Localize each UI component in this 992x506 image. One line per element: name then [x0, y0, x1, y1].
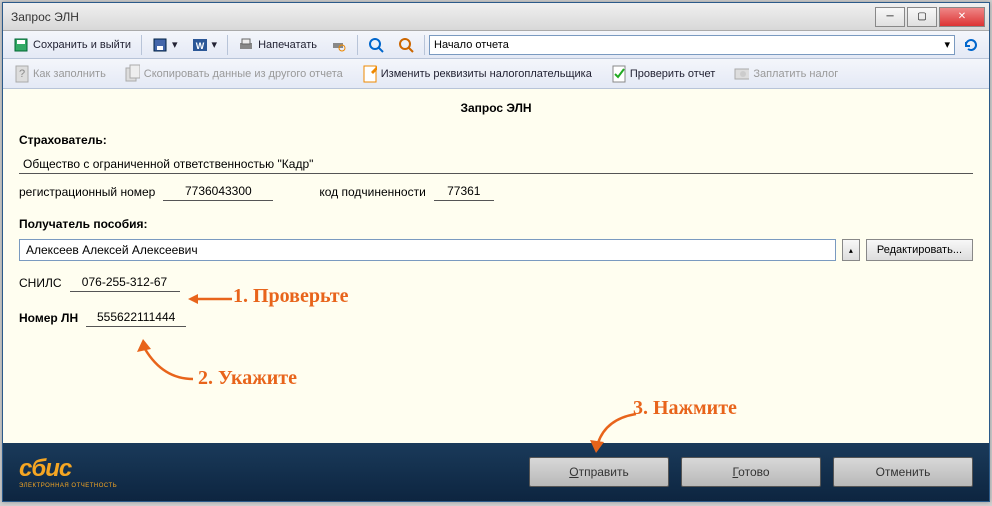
recipient-label: Получатель пособия: [19, 217, 973, 231]
save-exit-label: Сохранить и выйти [33, 39, 131, 51]
recipient-name-input[interactable]: Алексеев Алексей Алексеевич [19, 239, 836, 261]
report-section-label: Начало отчета [434, 39, 509, 51]
app-window: Запрос ЭЛН ─ ▢ ✕ Сохранить и выйти ▾ W▾ … [2, 2, 990, 502]
form-content: Запрос ЭЛН Страхователь: Общество с огра… [3, 89, 989, 443]
check-report-label: Проверить отчет [630, 68, 716, 80]
close-button[interactable]: ✕ [939, 7, 985, 27]
recipient-dropdown-button[interactable]: ▴ [842, 239, 860, 261]
edit-recipient-button[interactable]: Редактировать... [866, 239, 973, 261]
logo-subtitle: ЭЛЕКТРОННАЯ ОТЧЕТНОСТЬ [19, 483, 117, 489]
money-icon [733, 66, 749, 82]
pay-tax-button: Заплатить налог [727, 62, 844, 86]
form-title: Запрос ЭЛН [19, 101, 973, 115]
ready-button[interactable]: Готово [681, 457, 821, 487]
zoom-in-button[interactable] [362, 33, 390, 57]
window-controls: ─ ▢ ✕ [875, 7, 985, 27]
disk-button[interactable]: ▾ [146, 33, 184, 57]
save-icon [13, 37, 29, 53]
print-preview-button[interactable] [325, 33, 353, 57]
change-requisites-button[interactable]: Изменить реквизиты налогоплательщика [355, 62, 598, 86]
ln-label: Номер ЛН [19, 311, 78, 325]
printer-icon [238, 37, 254, 53]
logo-text: сбис [19, 455, 117, 483]
sub-code-field[interactable]: 77361 [434, 182, 494, 201]
footer: сбис ЭЛЕКТРОННАЯ ОТЧЕТНОСТЬ Отправить Го… [3, 443, 989, 501]
svg-text:W: W [195, 41, 204, 51]
window-title: Запрос ЭЛН [11, 10, 875, 24]
zoom-out-button[interactable] [392, 33, 420, 57]
svg-text:?: ? [19, 68, 25, 80]
refresh-button[interactable] [957, 33, 985, 57]
titlebar: Запрос ЭЛН ─ ▢ ✕ [3, 3, 989, 31]
zoom-in-icon [368, 37, 384, 53]
snils-label: СНИЛС [19, 276, 62, 290]
refresh-icon [963, 37, 979, 53]
copy-icon [124, 66, 140, 82]
help-icon: ? [13, 66, 29, 82]
copy-data-label: Скопировать данные из другого отчета [144, 68, 343, 80]
pay-tax-label: Заплатить налог [753, 68, 838, 80]
how-fill-label: Как заполнить [33, 68, 106, 80]
arrow-2-icon [133, 339, 198, 384]
insurer-name-field[interactable]: Общество с ограниченной ответственностью… [19, 155, 973, 174]
maximize-button[interactable]: ▢ [907, 7, 937, 27]
report-section-select[interactable]: Начало отчета ▾ [429, 35, 955, 55]
print-button[interactable]: Напечатать [232, 33, 323, 57]
toolbar-secondary: ? Как заполнить Скопировать данные из др… [3, 59, 989, 89]
ln-number-field[interactable]: 555622111444 [86, 308, 186, 327]
send-button[interactable]: Отправить [529, 457, 669, 487]
minimize-button[interactable]: ─ [875, 7, 905, 27]
how-fill-button: ? Как заполнить [7, 62, 112, 86]
logo: сбис ЭЛЕКТРОННАЯ ОТЧЕТНОСТЬ [19, 455, 117, 489]
word-icon: W [192, 37, 208, 53]
insurer-label: Страхователь: [19, 133, 973, 147]
snils-field[interactable]: 076-255-312-67 [70, 273, 180, 292]
print-label: Напечатать [258, 39, 317, 51]
arrow-1-icon [188, 292, 233, 306]
check-report-button[interactable]: Проверить отчет [604, 62, 722, 86]
print-search-icon [331, 37, 347, 53]
annotation-2: 2. Укажите [198, 367, 297, 390]
toolbar-primary: Сохранить и выйти ▾ W▾ Напечатать Начало… [3, 31, 989, 59]
copy-data-button: Скопировать данные из другого отчета [118, 62, 349, 86]
edit-doc-icon [361, 66, 377, 82]
floppy-icon [152, 37, 168, 53]
check-icon [610, 66, 626, 82]
cancel-button[interactable]: Отменить [833, 457, 973, 487]
reg-num-label: регистрационный номер [19, 185, 155, 199]
chevron-down-icon: ▾ [944, 38, 950, 51]
change-requisites-label: Изменить реквизиты налогоплательщика [381, 68, 592, 80]
word-button[interactable]: W▾ [186, 33, 224, 57]
annotation-3: 3. Нажмите [633, 397, 737, 420]
sub-code-label: код подчиненности [319, 185, 425, 199]
save-exit-button[interactable]: Сохранить и выйти [7, 33, 137, 57]
reg-num-field[interactable]: 7736043300 [163, 182, 273, 201]
zoom-out-icon [398, 37, 414, 53]
